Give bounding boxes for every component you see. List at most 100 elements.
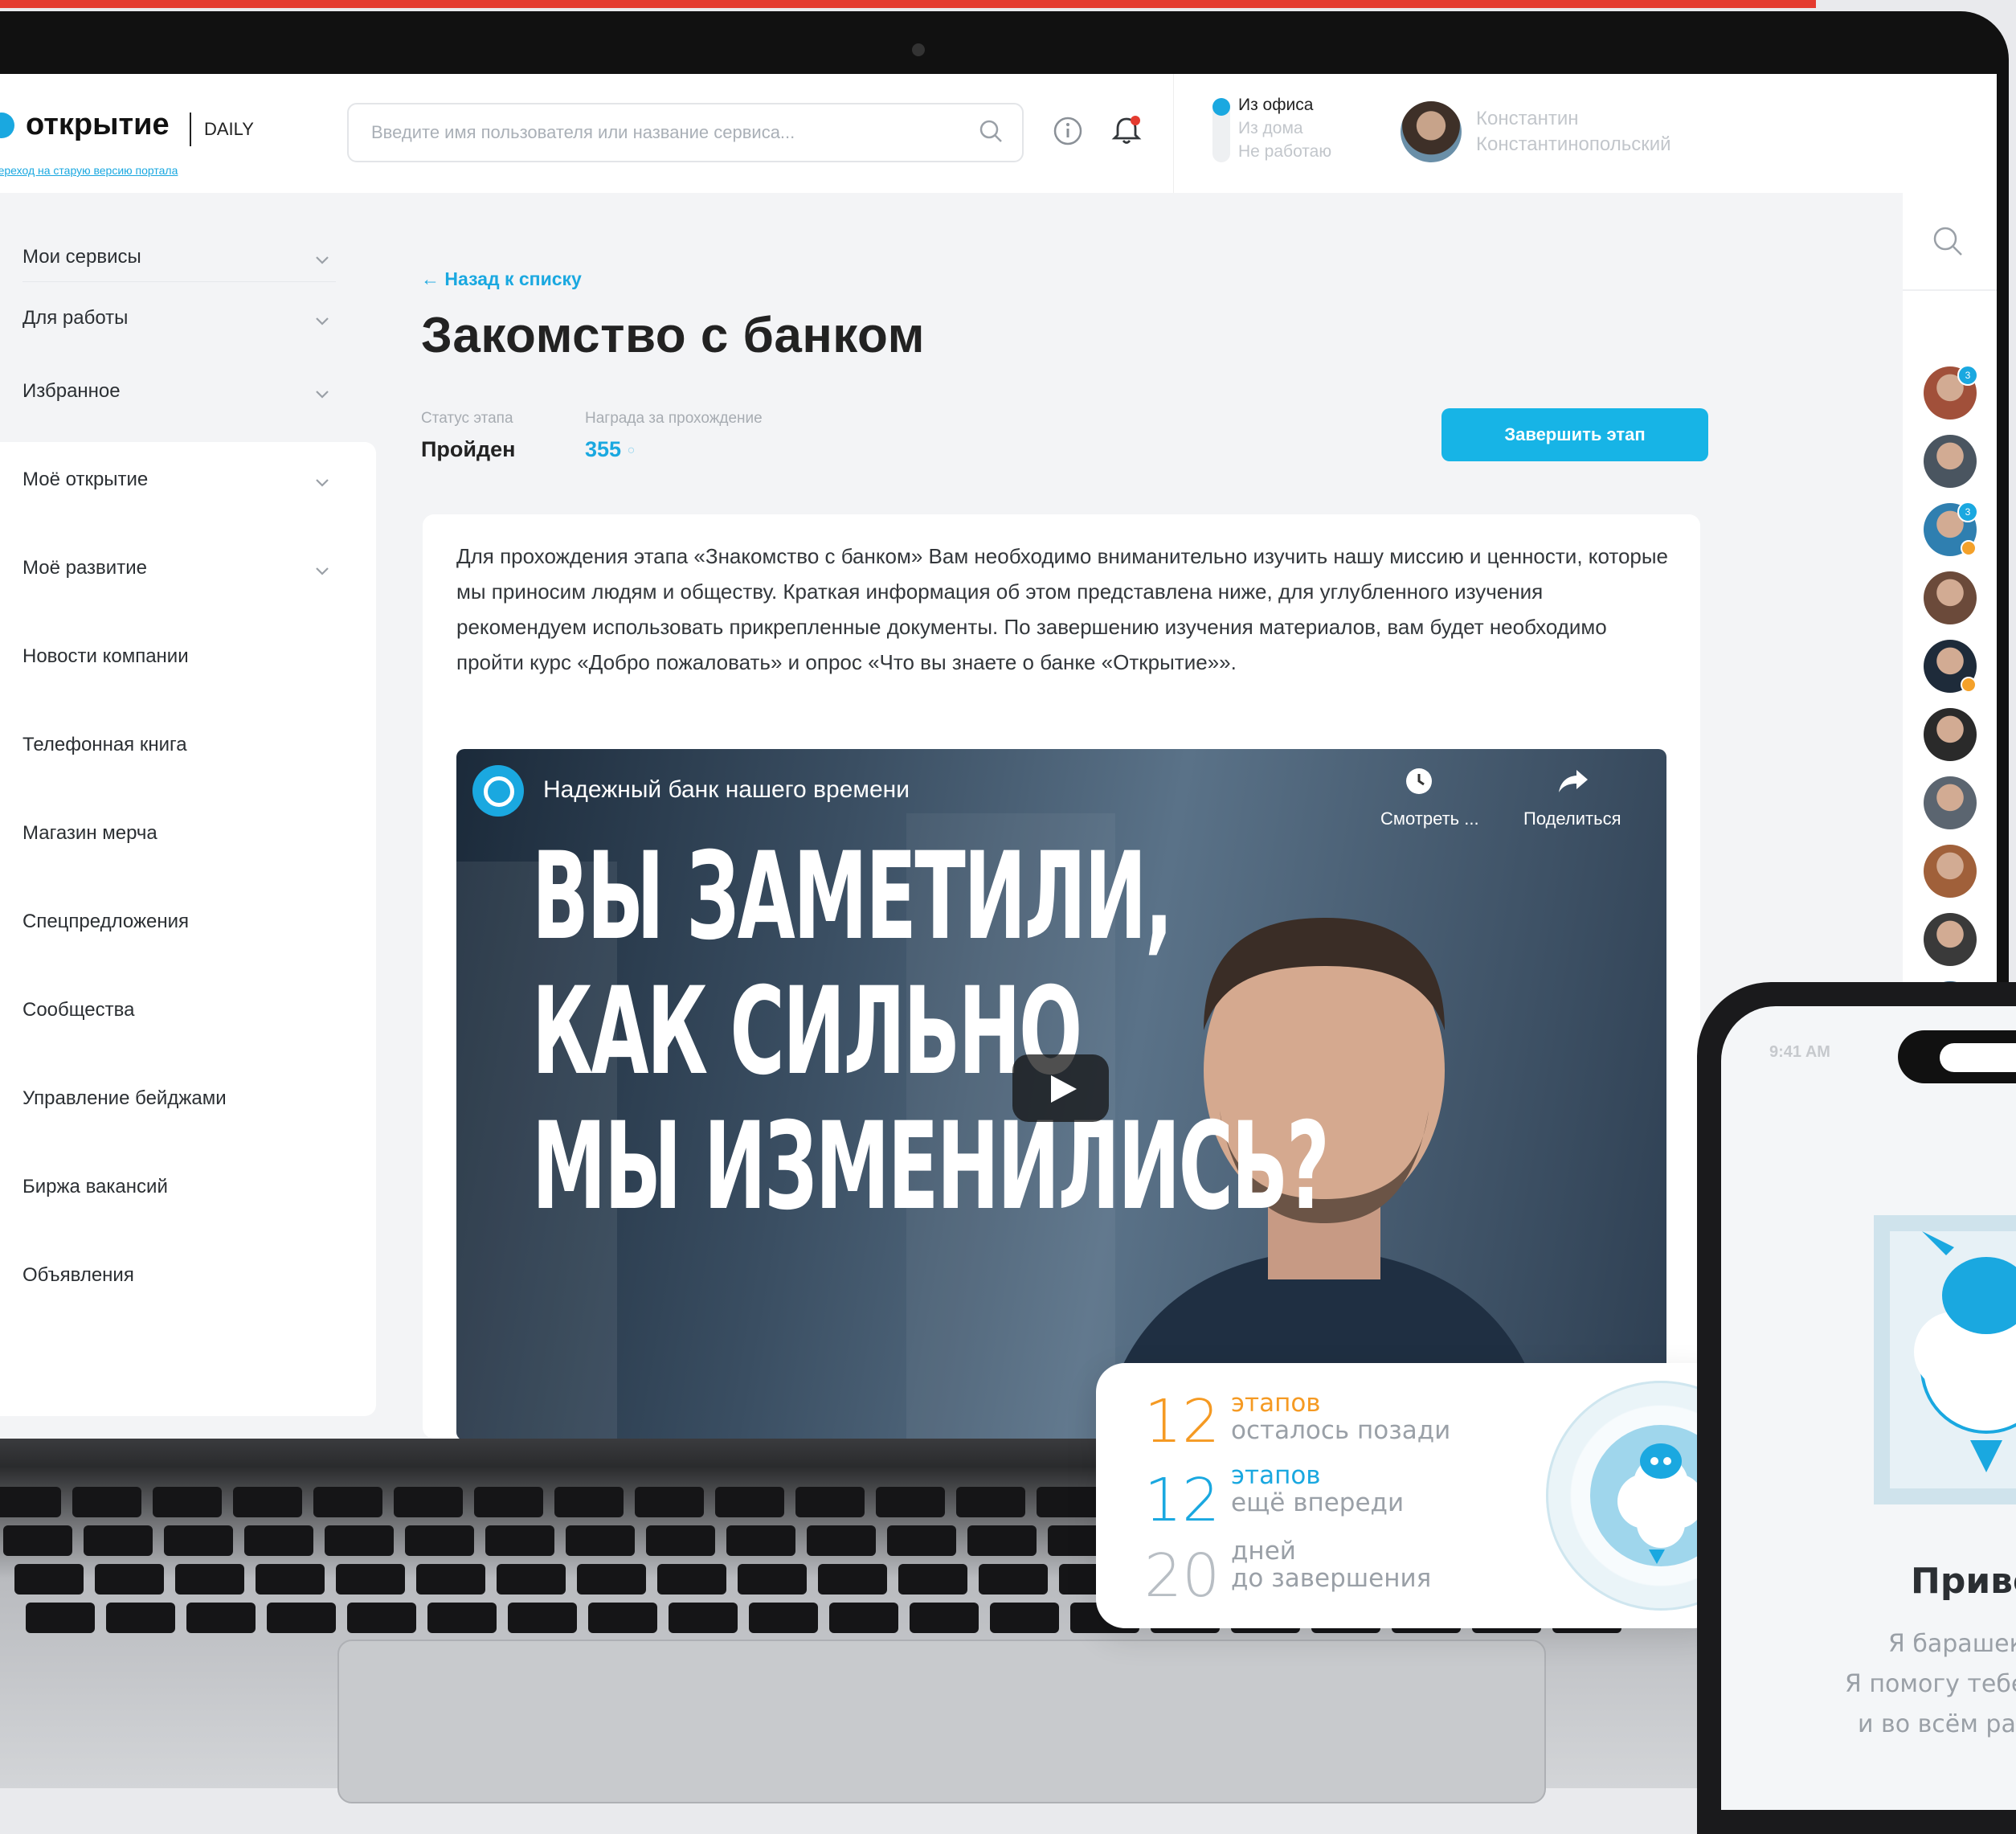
keyboard-key: [84, 1525, 153, 1556]
finish-stage-button[interactable]: Завершить этап: [1441, 408, 1708, 461]
keyboard-key: [738, 1564, 807, 1595]
keyboard-key: [95, 1564, 164, 1595]
keyboard-key: [474, 1487, 543, 1517]
stage-status-label: Статус этапа: [421, 410, 513, 427]
contact-avatar[interactable]: [1924, 845, 1977, 898]
keyboard-key: [347, 1603, 416, 1633]
user-name[interactable]: Константин Константинопольский: [1476, 106, 1671, 158]
sidebar-item-label[interactable]: Избранное: [22, 380, 121, 403]
user-avatar[interactable]: [1401, 101, 1462, 162]
contact-avatar[interactable]: 3: [1924, 365, 1978, 420]
keyboard-key: [979, 1564, 1048, 1595]
video-player[interactable]: Надежный банк нашего времени Смотреть ..…: [456, 749, 1666, 1440]
stages-ahead-count: 12: [1144, 1466, 1221, 1535]
keyboard-key: [175, 1564, 244, 1595]
keyboard-key: [588, 1603, 657, 1633]
phone-time: 9:41 AM: [1769, 1043, 1830, 1061]
logo-separator: [190, 113, 191, 146]
search-icon[interactable]: [979, 119, 1003, 143]
contact-avatar[interactable]: [1924, 776, 1977, 829]
keyboard-key: [427, 1603, 497, 1633]
unread-badge: 3: [1957, 501, 1978, 522]
chevron-down-icon[interactable]: [313, 562, 331, 579]
keyboard-key: [795, 1487, 865, 1517]
phone-greeting: Приве: [1911, 1561, 2016, 1602]
work-status-toggle[interactable]: [1212, 98, 1230, 162]
keyboard-key: [726, 1525, 795, 1556]
top-header: открытие DAILY переход на старую версию …: [0, 74, 1173, 193]
status-option-off[interactable]: Не работаю: [1238, 140, 1331, 163]
sidebar-item-label[interactable]: Сообщества: [22, 999, 134, 1021]
sidebar-item-label[interactable]: Биржа вакансий: [22, 1176, 168, 1198]
bell-icon[interactable]: [1109, 113, 1144, 148]
keyboard-key: [256, 1564, 325, 1595]
phone-screen: 9:41 AM Приве Я барашек Е Я помогу тебе …: [1721, 1006, 2016, 1810]
sidebar-item-label[interactable]: Управление бейджами: [22, 1087, 227, 1110]
contact-avatar[interactable]: [1924, 435, 1977, 488]
contact-avatar[interactable]: [1924, 913, 1977, 966]
search-icon[interactable]: [1932, 225, 1964, 257]
sidebar-item-label[interactable]: Мои сервисы: [22, 246, 141, 268]
sidebar-item-label[interactable]: Моё развитие: [22, 557, 147, 579]
old-version-link[interactable]: переход на старую версию портала: [0, 164, 178, 177]
sidebar-divider: [22, 281, 336, 282]
days-count: 20: [1144, 1541, 1221, 1611]
keyboard-key: [313, 1487, 382, 1517]
keyboard-key: [26, 1603, 95, 1633]
sidebar-item-label[interactable]: Телефонная книга: [22, 734, 187, 756]
stages-done-count: 12: [1144, 1387, 1221, 1456]
video-title[interactable]: Надежный банк нашего времени: [543, 776, 910, 804]
sidebar-item-label[interactable]: Для работы: [22, 307, 128, 330]
contact-avatar[interactable]: 3: [1924, 501, 1978, 556]
keyboard-key: [715, 1487, 784, 1517]
phone-intro-line: Я помогу тебе с: [1845, 1670, 2016, 1698]
user-first-name: Константин: [1476, 108, 1579, 129]
keyboard-key: [497, 1564, 566, 1595]
sidebar-item-label[interactable]: Объявления: [22, 1264, 134, 1287]
keyboard-key: [164, 1525, 233, 1556]
share-icon[interactable]: [1557, 767, 1589, 796]
search-input[interactable]: Введите имя пользователя или название се…: [347, 103, 1024, 162]
keyboard-key: [646, 1525, 715, 1556]
logo-text[interactable]: открытие: [26, 108, 170, 142]
header-user-area: Из офиса Из дома Не работаю Константин К…: [1173, 74, 1997, 193]
channel-logo-icon[interactable]: [472, 765, 524, 817]
search-placeholder: Введите имя пользователя или название се…: [371, 122, 795, 142]
stages-done-unit: этапов: [1231, 1389, 1321, 1418]
reward-amount: 355: [585, 437, 622, 461]
chevron-down-icon[interactable]: [313, 385, 331, 403]
keyboard-key: [186, 1603, 256, 1633]
watch-later-label[interactable]: Смотреть ...: [1380, 809, 1479, 829]
contact-avatar[interactable]: [1924, 708, 1977, 761]
status-option-home[interactable]: Из дома: [1238, 117, 1331, 140]
chevron-down-icon[interactable]: [313, 251, 331, 268]
stages-ahead-caption: ещё впереди: [1231, 1488, 1405, 1517]
keyboard-key: [233, 1487, 302, 1517]
sidebar-item-label[interactable]: Моё открытие: [22, 469, 148, 491]
sidebar-item-label[interactable]: Новости компании: [22, 645, 189, 668]
clock-icon[interactable]: [1405, 767, 1433, 796]
chevron-down-icon[interactable]: [313, 473, 331, 491]
keyboard-key: [898, 1564, 967, 1595]
sidebar: Мои сервисы Для работы Избранное Моё открыт…: [0, 193, 378, 1435]
share-label[interactable]: Поделиться: [1523, 809, 1621, 829]
chevron-down-icon[interactable]: [313, 312, 331, 330]
status-option-office[interactable]: Из офиса: [1238, 93, 1331, 117]
info-icon[interactable]: [1053, 116, 1083, 146]
logo-icon[interactable]: [0, 113, 14, 138]
keyboard-key: [0, 1487, 61, 1517]
keyboard-key: [876, 1487, 945, 1517]
contact-avatar[interactable]: [1924, 640, 1977, 693]
keyboard-key: [106, 1603, 175, 1633]
back-to-list-link[interactable]: ← Назад к списку: [421, 268, 582, 290]
days-caption: до завершения: [1231, 1564, 1432, 1593]
play-button[interactable]: [1012, 1054, 1109, 1122]
keyboard-key: [818, 1564, 887, 1595]
keyboard-key: [554, 1487, 624, 1517]
keyboard-key: [635, 1487, 704, 1517]
keyboard-key: [336, 1564, 405, 1595]
keyboard-key: [749, 1603, 818, 1633]
sidebar-item-label[interactable]: Магазин мерча: [22, 822, 157, 845]
sidebar-item-label[interactable]: Спецпредложения: [22, 911, 189, 933]
contact-avatar[interactable]: [1924, 571, 1977, 624]
